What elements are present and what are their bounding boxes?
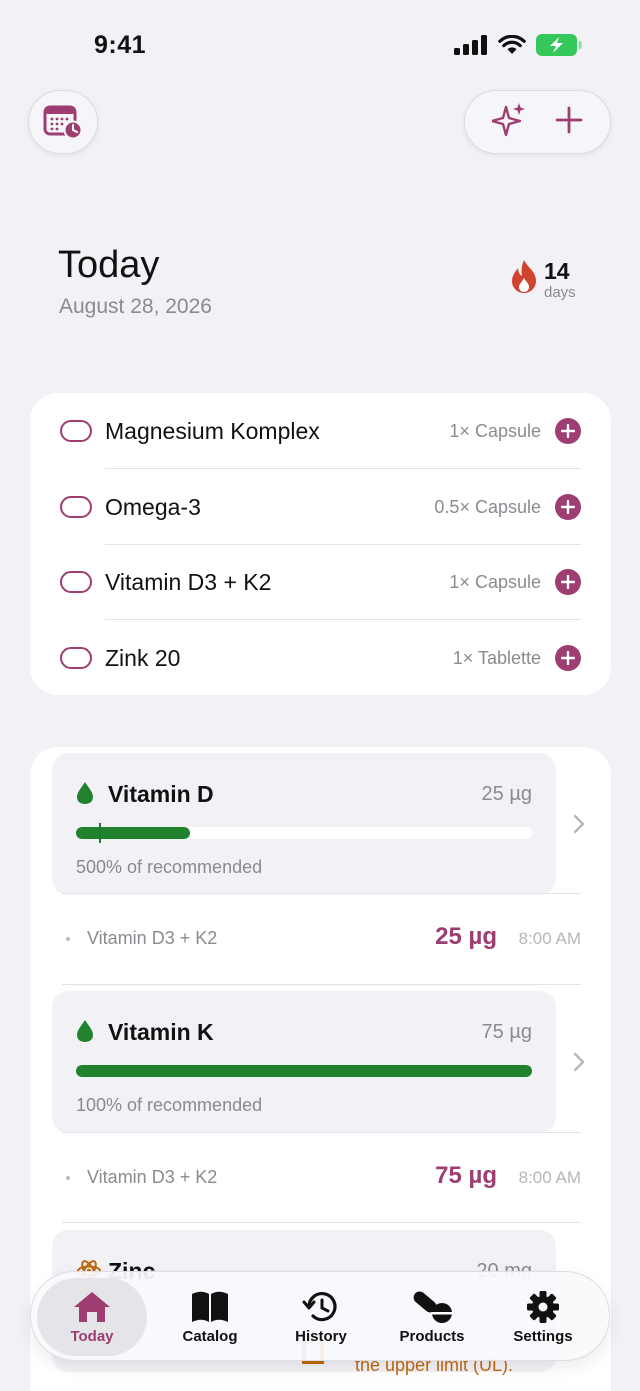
nutrient-percent: 100% of recommended (76, 1095, 263, 1115)
pills-icon (413, 1291, 453, 1323)
progress-fill (76, 1065, 532, 1077)
nutrient-percent: 500% of recommended (76, 857, 263, 877)
book-icon (192, 1291, 228, 1322)
intake-time: 8:00 AM (518, 929, 581, 948)
intake-source: Vitamin D3 + K2 (87, 928, 218, 948)
plus-icon (555, 106, 583, 133)
bullet (66, 1176, 70, 1180)
status-time: 9:41 (94, 31, 147, 59)
tab-label: Settings (513, 1328, 573, 1345)
tab-today[interactable]: Today (37, 1278, 147, 1356)
streak-badge[interactable]: 14 days (510, 258, 576, 302)
bullet (66, 937, 70, 941)
progress-fill (76, 827, 190, 839)
intake-row[interactable]: Vitamin D3 + K2 75 µg 8:00 AM (30, 1134, 611, 1224)
gear-icon (527, 1291, 559, 1323)
calendar-clock-icon (43, 105, 83, 140)
plus-icon (561, 424, 575, 438)
target-marker (98, 823, 101, 843)
intake-amount: 25 µg (435, 923, 497, 950)
status-bar: 9:41 (0, 0, 640, 90)
tab-bar: Today Catalog History Products Settings (30, 1271, 610, 1361)
tab-catalog[interactable]: Catalog (155, 1278, 265, 1356)
streak-count: 14 (544, 258, 570, 284)
nutrient-name: Vitamin D (108, 781, 214, 807)
supplement-dose: 1× Capsule (449, 420, 541, 441)
checkbox[interactable] (60, 496, 92, 518)
supplement-dose: 1× Capsule (449, 571, 541, 592)
nutrient-name: Vitamin K (108, 1019, 214, 1045)
list-item[interactable]: Vitamin D3 + K2 1× Capsule (30, 544, 611, 620)
plus-icon (561, 500, 575, 514)
intake-row[interactable]: Vitamin D3 + K2 25 µg 8:00 AM (30, 895, 611, 985)
flame-icon (512, 260, 536, 293)
sparkles-icon (490, 102, 525, 136)
supplement-dose: 1× Tablette (452, 647, 541, 668)
supplement-name: Magnesium Komplex (105, 417, 320, 444)
plus-icon (561, 651, 575, 665)
add-button[interactable] (555, 106, 583, 139)
supplement-dose: 0.5× Capsule (434, 496, 541, 517)
nutrient-vitamin-d[interactable]: Vitamin D 25 µg 500% of recommended (52, 753, 556, 895)
progress-bar (76, 823, 532, 843)
tab-history[interactable]: History (266, 1278, 376, 1356)
intake-source: Vitamin D3 + K2 (87, 1167, 218, 1187)
calendar-button[interactable] (28, 90, 98, 154)
page-title: Today (58, 244, 160, 286)
signal-icon (454, 35, 487, 55)
intake-time: 8:00 AM (518, 1168, 581, 1187)
list-item[interactable]: Zink 20 1× Tablette (30, 620, 611, 696)
list-item[interactable]: Omega-3 0.5× Capsule (30, 469, 611, 545)
status-icons (454, 34, 582, 56)
nutrient-amount: 75 µg (481, 1021, 532, 1043)
page-date: August 28, 2026 (59, 295, 212, 318)
list-item[interactable]: Magnesium Komplex 1× Capsule (30, 393, 611, 469)
nutrient-amount: 25 µg (481, 783, 532, 805)
tab-products[interactable]: Products (377, 1278, 487, 1356)
progress-bar (76, 1065, 532, 1077)
drop-icon (77, 1020, 93, 1042)
divider (62, 984, 581, 985)
wifi-icon (498, 35, 526, 54)
intake-amount: 75 µg (435, 1162, 497, 1189)
supplement-list: Magnesium Komplex 1× Capsule Omega-3 0.5… (30, 393, 611, 695)
add-dose-button[interactable] (555, 494, 581, 520)
add-dose-button[interactable] (555, 418, 581, 444)
tab-settings[interactable]: Settings (488, 1278, 598, 1356)
tab-label: History (295, 1328, 347, 1345)
divider (62, 1222, 581, 1223)
history-icon (302, 1292, 337, 1322)
top-actions (464, 90, 611, 154)
chevron-right-icon[interactable] (572, 813, 586, 835)
tab-label: Catalog (182, 1328, 238, 1345)
chevron-right-icon[interactable] (572, 1051, 586, 1073)
checkbox[interactable] (60, 571, 92, 593)
supplement-name: Vitamin D3 + K2 (105, 568, 272, 595)
divider (62, 1132, 581, 1133)
house-icon (74, 1292, 110, 1322)
plus-icon (561, 575, 575, 589)
add-dose-button[interactable] (555, 645, 581, 671)
tab-label: Today (70, 1328, 114, 1345)
supplement-name: Omega-3 (105, 493, 201, 520)
drop-icon (77, 782, 93, 804)
supplement-name: Zink 20 (105, 644, 181, 671)
streak-unit: days (544, 284, 576, 301)
nutrient-vitamin-k[interactable]: Vitamin K 75 µg 100% of recommended (52, 991, 556, 1133)
tab-label: Products (399, 1328, 465, 1345)
add-dose-button[interactable] (555, 569, 581, 595)
ai-suggest-button[interactable] (490, 101, 526, 144)
checkbox[interactable] (60, 420, 92, 442)
battery-icon (536, 34, 582, 56)
checkbox[interactable] (60, 647, 92, 669)
divider (62, 893, 581, 894)
